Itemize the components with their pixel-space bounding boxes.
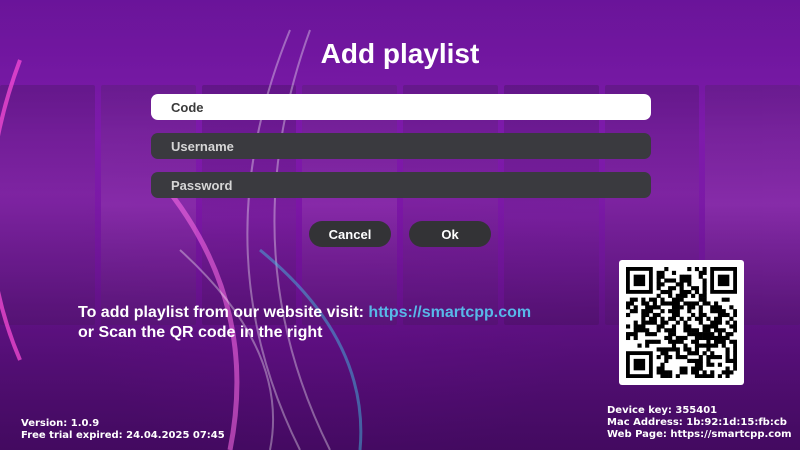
qr-code-graphic bbox=[626, 267, 737, 378]
code-field[interactable] bbox=[151, 94, 651, 120]
device-key-text: Device key: 355401 bbox=[607, 405, 718, 416]
password-field[interactable] bbox=[151, 172, 651, 198]
web-page-text: Web Page: https://smartcpp.com bbox=[607, 429, 792, 440]
website-hint: To add playlist from our website visit: … bbox=[78, 304, 531, 322]
trial-status-text: Free trial expired: 24.04.2025 07:45 bbox=[21, 430, 225, 441]
page-title: Add playlist bbox=[320, 38, 480, 69]
website-link[interactable]: https://smartcpp.com bbox=[368, 304, 531, 321]
mac-address-text: Mac Address: 1b:92:1d:15:fb:cb bbox=[607, 417, 787, 428]
qr-hint: or Scan the QR code in the right bbox=[78, 324, 323, 341]
cancel-button[interactable]: Cancel bbox=[309, 221, 391, 247]
username-field[interactable] bbox=[151, 133, 651, 159]
app-info: Version: 1.0.9 Free trial expired: 24.04… bbox=[21, 418, 225, 442]
website-hint-text: To add playlist from our website visit: bbox=[78, 304, 369, 321]
qr-code-icon bbox=[619, 260, 744, 385]
version-text: Version: 1.0.9 bbox=[21, 418, 100, 429]
device-info: Device key: 355401 Mac Address: 1b:92:1d… bbox=[607, 405, 792, 441]
ok-button[interactable]: Ok bbox=[409, 221, 491, 247]
